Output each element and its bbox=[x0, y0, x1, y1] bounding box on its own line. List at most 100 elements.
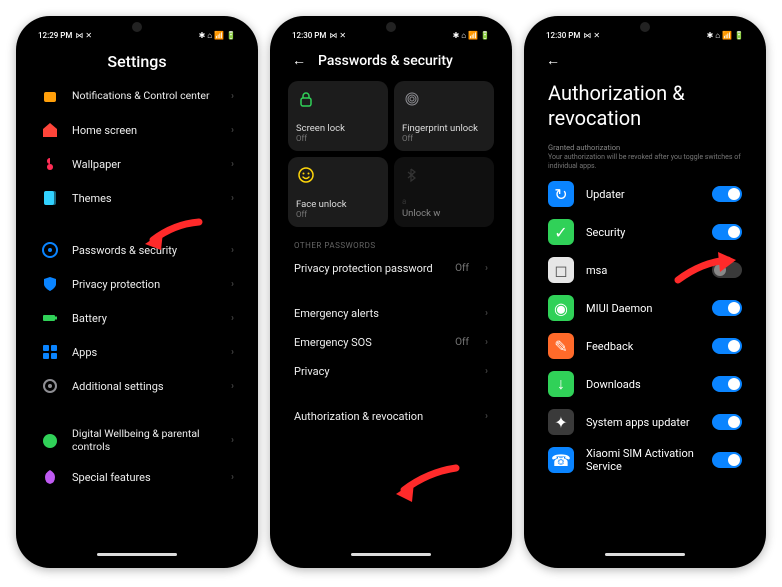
chevron-right-icon: › bbox=[231, 193, 234, 204]
status-time: 12:30 PM bbox=[292, 31, 326, 40]
app-icon: ◻ bbox=[548, 257, 574, 283]
wallpaper-icon bbox=[40, 154, 60, 174]
screen-authorization: 12:30 PM ⋈ ✕ ✱ ⌂ 📶 🔋 ← Authorization & r… bbox=[532, 24, 758, 560]
home-indicator[interactable] bbox=[351, 553, 431, 556]
bluetooth-icon bbox=[402, 165, 420, 183]
settings-row-wallpaper-icon[interactable]: Wallpaper› bbox=[30, 147, 244, 181]
row-label: Emergency SOS bbox=[294, 336, 443, 349]
screen-settings: 12:29 PM ⋈ ✕ ✱ ⌂ 📶 🔋 Settings Notificati… bbox=[24, 24, 250, 560]
row-label: Special features bbox=[72, 471, 219, 484]
settings-row-gear-icon[interactable]: Additional settings › bbox=[30, 369, 244, 403]
apps-icon bbox=[40, 342, 60, 362]
app-label: Security bbox=[586, 226, 700, 239]
app-label: Xiaomi SIM Activation Service bbox=[586, 447, 700, 473]
app-icon: ✓ bbox=[548, 219, 574, 245]
toggle-switch[interactable] bbox=[712, 414, 742, 430]
home-indicator[interactable] bbox=[97, 553, 177, 556]
phone-frame-1: 12:29 PM ⋈ ✕ ✱ ⌂ 📶 🔋 Settings Notificati… bbox=[16, 16, 258, 568]
row-emergency-sos[interactable]: Emergency SOS Off › bbox=[284, 328, 498, 357]
row-label: Privacy protection bbox=[72, 278, 219, 291]
wellbeing-icon bbox=[40, 431, 60, 451]
settings-row-themes-icon[interactable]: Themes› bbox=[30, 181, 244, 215]
row-label: Emergency alerts bbox=[294, 307, 473, 320]
padlock-icon bbox=[296, 89, 314, 107]
camera-notch bbox=[640, 22, 650, 32]
emergency-privacy-list: Emergency alerts › Emergency SOS Off › Privac… bbox=[278, 299, 504, 386]
row-label: Digital Wellbeing & parental controls bbox=[72, 428, 219, 453]
app-row-security: ✓ Security bbox=[532, 213, 758, 251]
face-icon bbox=[296, 165, 314, 183]
chevron-right-icon: › bbox=[485, 263, 488, 274]
row-privacy-protection-password[interactable]: Privacy protection passwordOff› bbox=[284, 254, 498, 283]
settings-row-special-icon[interactable]: Special features › bbox=[30, 460, 244, 494]
chevron-right-icon: › bbox=[231, 279, 234, 290]
arrow-annotation bbox=[388, 462, 468, 506]
tile-bluetooth-icon[interactable]: aUnlock w bbox=[394, 157, 494, 227]
lock-icon bbox=[40, 240, 60, 260]
row-authorization-revocation[interactable]: Authorization & revocation› bbox=[284, 402, 498, 431]
home-icon bbox=[40, 120, 60, 140]
status-time: 12:29 PM bbox=[38, 31, 72, 40]
toggle-switch[interactable] bbox=[712, 262, 742, 278]
settings-list: Notifications & Control center›Home scre… bbox=[24, 79, 250, 494]
page-title: Passwords & security bbox=[318, 53, 490, 69]
settings-row-battery-icon[interactable]: Battery› bbox=[30, 301, 244, 335]
granted-header: Granted authorization bbox=[532, 137, 758, 153]
chevron-right-icon: › bbox=[231, 245, 234, 256]
app-icon: ↻ bbox=[548, 181, 574, 207]
settings-row-shield-icon[interactable]: Privacy protection › bbox=[30, 267, 244, 301]
tile-title: Face unlock bbox=[296, 199, 380, 210]
row-label: Privacy protection password bbox=[294, 262, 443, 275]
back-icon[interactable]: ← bbox=[292, 52, 306, 69]
tile-fingerprint-icon[interactable]: Fingerprint unlockOff bbox=[394, 81, 494, 151]
app-icon: ☎ bbox=[548, 447, 574, 473]
status-right-icons: ✱ ⌂ 📶 🔋 bbox=[707, 31, 744, 40]
chevron-right-icon: › bbox=[485, 308, 488, 319]
chevron-right-icon: › bbox=[231, 381, 234, 392]
phone-frame-2: 12:30 PM ⋈ ✕ ✱ ⌂ 📶 🔋 ← Passwords & secur… bbox=[270, 16, 512, 568]
app-row-downloads: ↓Downloads bbox=[532, 365, 758, 403]
back-icon[interactable]: ← bbox=[546, 52, 560, 69]
toggle-switch[interactable] bbox=[712, 376, 742, 392]
settings-row-wellbeing-icon[interactable]: Digital Wellbeing & parental controls› bbox=[30, 421, 244, 460]
app-label: Updater bbox=[586, 188, 700, 201]
toggle-switch[interactable] bbox=[712, 224, 742, 240]
app-row-feedback: ✎Feedback bbox=[532, 327, 758, 365]
toggle-switch[interactable] bbox=[712, 452, 742, 468]
toggle-switch[interactable] bbox=[712, 186, 742, 202]
toggle-switch[interactable] bbox=[712, 338, 742, 354]
tile-face-icon[interactable]: Face unlockOff bbox=[288, 157, 388, 227]
app-icon: ↓ bbox=[548, 371, 574, 397]
tile-title: Unlock w bbox=[402, 208, 486, 219]
screen-passwords-security: 12:30 PM ⋈ ✕ ✱ ⌂ 📶 🔋 ← Passwords & secur… bbox=[278, 24, 504, 560]
chevron-right-icon: › bbox=[231, 472, 234, 483]
themes-icon bbox=[40, 188, 60, 208]
status-right-icons: ✱ ⌂ 📶 🔋 bbox=[199, 31, 236, 40]
row-emergency-alerts[interactable]: Emergency alerts › bbox=[284, 299, 498, 328]
row-privacy[interactable]: Privacy› bbox=[284, 357, 498, 386]
row-label: Notifications & Control center bbox=[72, 90, 219, 103]
chevron-right-icon: › bbox=[231, 159, 234, 170]
row-label: Additional settings bbox=[72, 380, 219, 393]
tile-padlock-icon[interactable]: Screen lockOff bbox=[288, 81, 388, 151]
app-icon: ◉ bbox=[548, 295, 574, 321]
chevron-right-icon: › bbox=[485, 337, 488, 348]
other-passwords-list: Privacy protection passwordOff› bbox=[278, 254, 504, 283]
row-value: Off bbox=[455, 337, 469, 348]
app-row-system-apps-updater: ✦System apps updater bbox=[532, 403, 758, 441]
settings-row-notifications-icon[interactable]: Notifications & Control center› bbox=[30, 79, 244, 113]
authorization-list: Authorization & revocation› bbox=[278, 402, 504, 431]
home-indicator[interactable] bbox=[605, 553, 685, 556]
app-label: Feedback bbox=[586, 340, 700, 353]
toggle-switch[interactable] bbox=[712, 300, 742, 316]
settings-row-lock-icon[interactable]: Passwords & security › bbox=[30, 233, 244, 267]
status-left-icons: ⋈ ✕ bbox=[75, 31, 92, 40]
app-row-msa: ◻msa bbox=[532, 251, 758, 289]
status-time: 12:30 PM bbox=[546, 31, 580, 40]
settings-row-home-icon[interactable]: Home screen› bbox=[30, 113, 244, 147]
granted-description: Your authorization will be revoked after… bbox=[532, 153, 758, 175]
security-tiles: Screen lockOffFingerprint unlockOffFace … bbox=[278, 77, 504, 227]
tile-subtitle: Off bbox=[296, 134, 380, 143]
row-label: Passwords & security bbox=[72, 244, 219, 257]
settings-row-apps-icon[interactable]: Apps› bbox=[30, 335, 244, 369]
